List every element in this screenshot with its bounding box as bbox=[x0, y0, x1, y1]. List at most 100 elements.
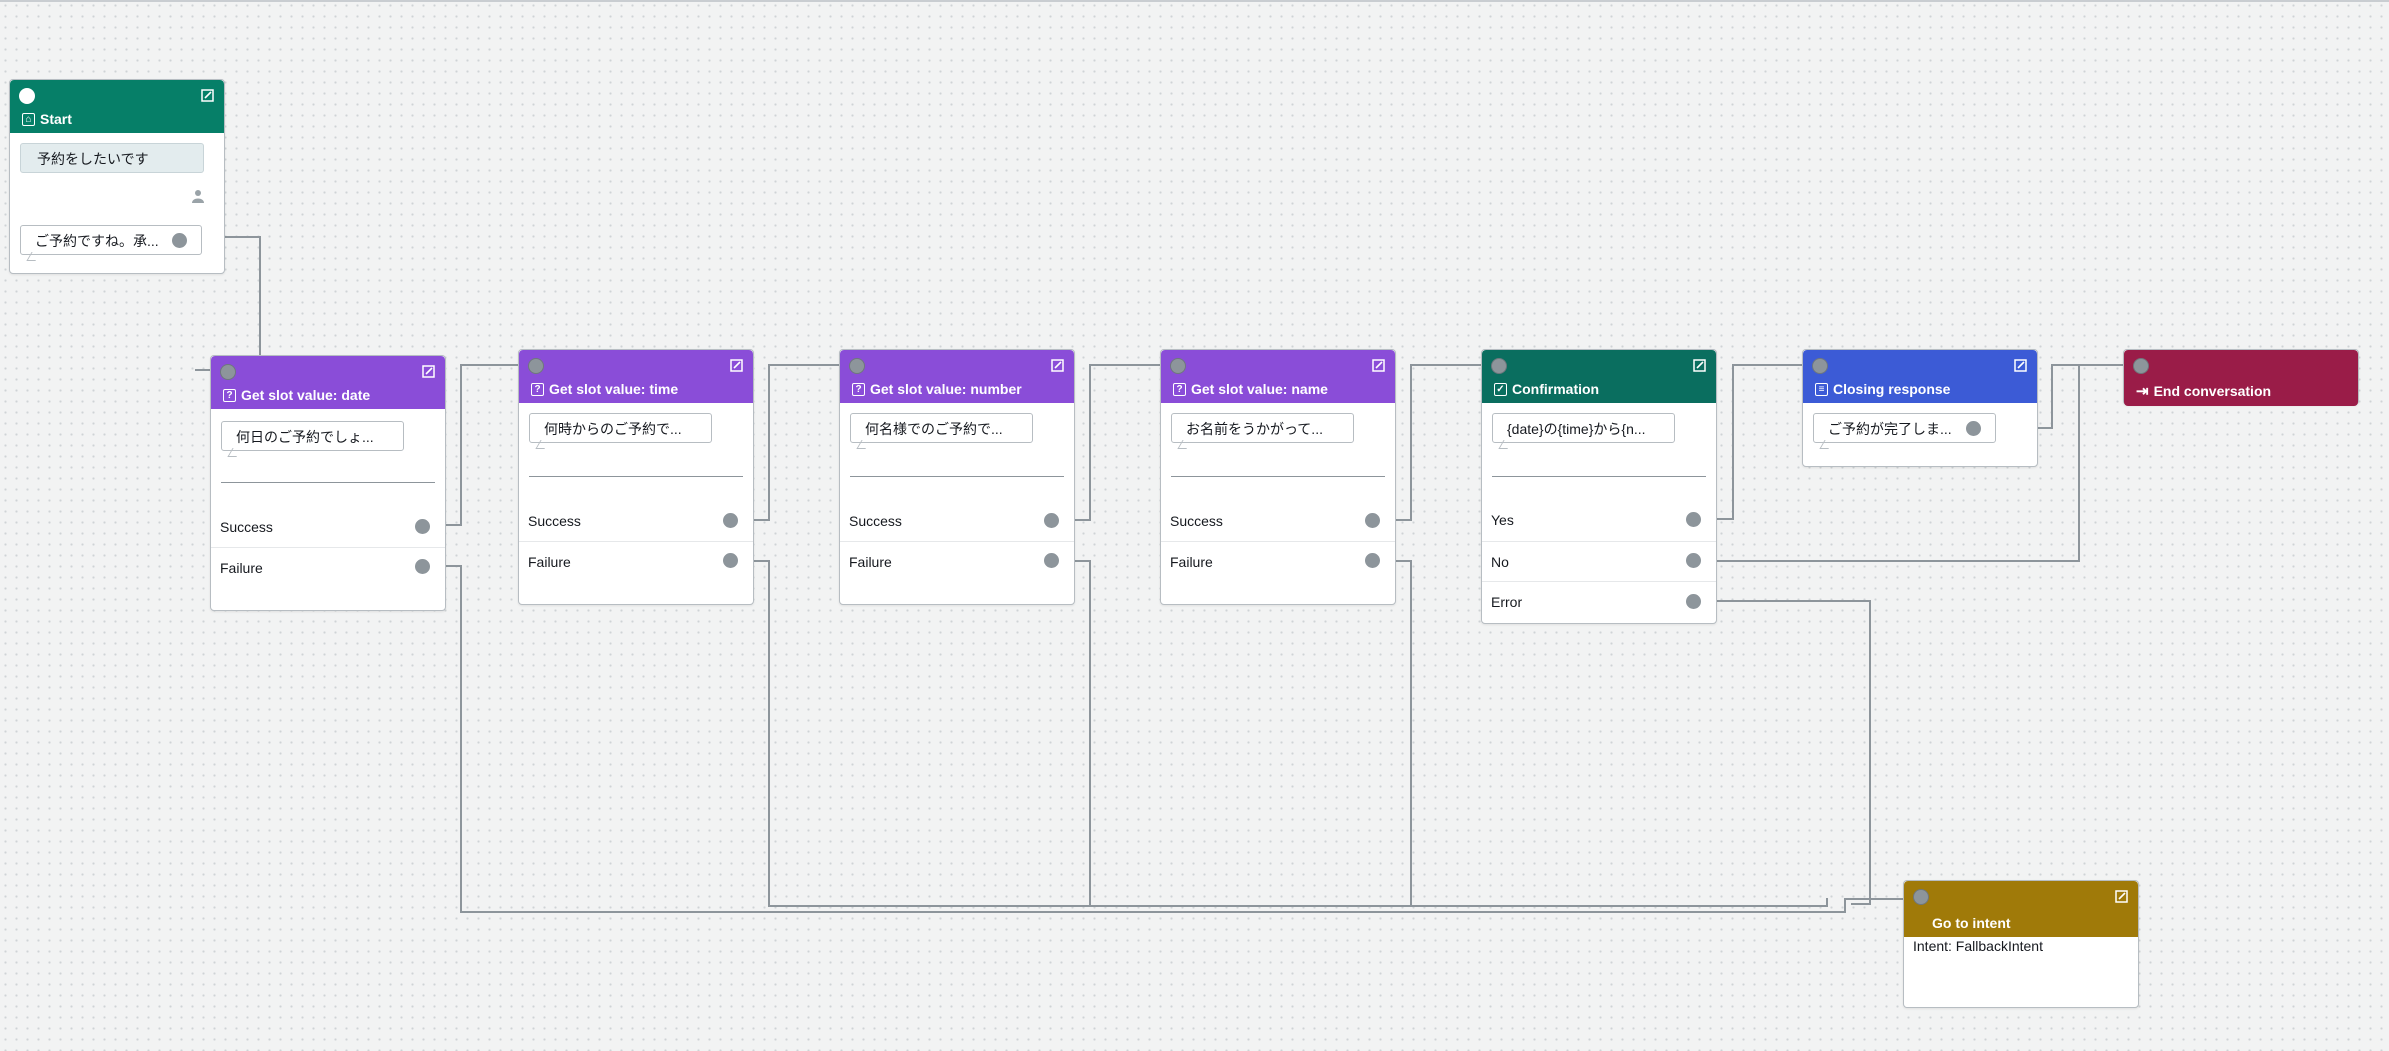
branch-label: Failure bbox=[220, 560, 263, 576]
end-input-port[interactable] bbox=[2133, 358, 2149, 374]
divider bbox=[1492, 476, 1706, 477]
confirmation-error-port[interactable] bbox=[1686, 594, 1701, 609]
slot-name-input-port[interactable] bbox=[1170, 358, 1186, 374]
edit-icon[interactable] bbox=[422, 365, 435, 378]
node-goto-title: Go to intent bbox=[1932, 915, 2011, 931]
node-go-to-intent[interactable]: Go to intent Intent: FallbackIntent bbox=[1903, 880, 2139, 1008]
confirmation-prompt[interactable]: {date}の{time}から{n... bbox=[1492, 413, 1675, 443]
branch-label: Success bbox=[528, 513, 581, 529]
node-slot-time[interactable]: ? Get slot value: time 何時からのご予約で... Succ… bbox=[518, 349, 754, 605]
node-slot-name[interactable]: ? Get slot value: name お名前をうかがって... Succ… bbox=[1160, 349, 1396, 605]
slot-date-prompt[interactable]: 何日のご予約でしょ... bbox=[221, 421, 404, 451]
node-slot-name-header[interactable]: ? Get slot value: name bbox=[1161, 350, 1395, 403]
branch-failure: Failure bbox=[1161, 541, 1395, 581]
slot-number-prompt[interactable]: 何名様でのご予約で... bbox=[850, 413, 1033, 443]
closing-input-port[interactable] bbox=[1812, 358, 1828, 374]
edit-icon[interactable] bbox=[2115, 890, 2128, 903]
node-confirmation[interactable]: ✓ Confirmation {date}の{time}から{n... Yes … bbox=[1481, 349, 1717, 624]
branch-label: Yes bbox=[1491, 512, 1514, 528]
slot-name-success-port[interactable] bbox=[1365, 513, 1380, 528]
edit-icon[interactable] bbox=[1693, 359, 1706, 372]
node-title: ? Get slot value: time bbox=[531, 381, 678, 397]
branch-failure: Failure bbox=[211, 547, 445, 587]
slot-name-failure-port[interactable] bbox=[1365, 553, 1380, 568]
start-output-port[interactable] bbox=[172, 233, 187, 248]
canvas-top-border bbox=[0, 0, 2389, 2]
node-slot-date[interactable]: ? Get slot value: date 何日のご予約でしょ... Succ… bbox=[210, 355, 446, 611]
node-slot-number-header[interactable]: ? Get slot value: number bbox=[840, 350, 1074, 403]
slot-date-failure-port[interactable] bbox=[415, 559, 430, 574]
slot-date-success-port[interactable] bbox=[415, 519, 430, 534]
node-title: ? Get slot value: number bbox=[852, 381, 1022, 397]
node-slot-name-title: Get slot value: name bbox=[1191, 381, 1328, 397]
branch-no: No bbox=[1482, 541, 1716, 581]
confirmation-no-port[interactable] bbox=[1686, 553, 1701, 568]
start-icon: ⌂ bbox=[22, 112, 35, 126]
closing-output-port[interactable] bbox=[1966, 421, 1981, 436]
divider bbox=[1171, 476, 1385, 477]
question-icon: ? bbox=[223, 388, 236, 402]
node-goto-header[interactable]: Go to intent bbox=[1904, 881, 2138, 937]
start-circle-icon bbox=[19, 88, 35, 104]
branch-label: Success bbox=[849, 513, 902, 529]
node-title: ? Get slot value: date bbox=[223, 387, 370, 403]
branch-label: Failure bbox=[528, 554, 571, 570]
edit-icon[interactable] bbox=[730, 359, 743, 372]
message-icon: ≡ bbox=[1815, 382, 1828, 396]
slot-date-input-port[interactable] bbox=[220, 364, 236, 380]
node-slot-time-header[interactable]: ? Get slot value: time bbox=[519, 350, 753, 403]
node-slot-number[interactable]: ? Get slot value: number 何名様でのご予約で... Su… bbox=[839, 349, 1075, 605]
slot-time-success-port[interactable] bbox=[723, 513, 738, 528]
confirmation-yes-port[interactable] bbox=[1686, 512, 1701, 527]
node-confirmation-title: Confirmation bbox=[1512, 381, 1600, 397]
node-slot-time-title: Get slot value: time bbox=[549, 381, 679, 397]
branch-label: Failure bbox=[1170, 554, 1213, 570]
goto-intent-name: Intent: FallbackIntent bbox=[1913, 938, 2043, 954]
branch-label: Failure bbox=[849, 554, 892, 570]
branch-label: Success bbox=[1170, 513, 1223, 529]
node-end-header[interactable]: ⇥ End conversation bbox=[2124, 350, 2358, 406]
node-closing-response[interactable]: ≡ Closing response ご予約が完了しま... bbox=[1802, 349, 2038, 467]
edit-icon[interactable] bbox=[2014, 359, 2027, 372]
branch-success: Success bbox=[840, 501, 1074, 541]
wire-name-failure-to-goto bbox=[1373, 560, 1412, 906]
slot-name-prompt[interactable]: お名前をうかがって... bbox=[1171, 413, 1354, 443]
user-icon bbox=[192, 190, 204, 203]
node-start-title: Start bbox=[40, 111, 72, 127]
node-title: ✓ Confirmation bbox=[1494, 381, 1599, 397]
check-icon: ✓ bbox=[1494, 382, 1507, 396]
divider bbox=[850, 476, 1064, 477]
slot-time-input-port[interactable] bbox=[528, 358, 544, 374]
node-start[interactable]: ⌂ Start 予約をしたいです ご予約ですね。承... bbox=[9, 79, 225, 274]
node-closing-title: Closing response bbox=[1833, 381, 1951, 397]
node-confirmation-header[interactable]: ✓ Confirmation bbox=[1482, 350, 1716, 403]
slot-time-failure-port[interactable] bbox=[723, 553, 738, 568]
node-title: ≡ Closing response bbox=[1815, 381, 1950, 397]
slot-number-failure-port[interactable] bbox=[1044, 553, 1059, 568]
branch-failure: Failure bbox=[519, 541, 753, 581]
divider bbox=[529, 476, 743, 477]
wire-confirmation-error-to-goto bbox=[1694, 600, 1871, 905]
slot-time-prompt[interactable]: 何時からのご予約で... bbox=[529, 413, 712, 443]
edit-icon[interactable] bbox=[1051, 359, 1064, 372]
edit-icon[interactable] bbox=[201, 89, 214, 102]
node-slot-date-header[interactable]: ? Get slot value: date bbox=[211, 356, 445, 409]
node-start-header[interactable]: ⌂ Start bbox=[10, 80, 224, 133]
divider bbox=[221, 482, 435, 483]
node-closing-header[interactable]: ≡ Closing response bbox=[1803, 350, 2037, 403]
node-end-conversation[interactable]: ⇥ End conversation bbox=[2123, 349, 2359, 406]
question-icon: ? bbox=[852, 382, 865, 396]
branch-label: Success bbox=[220, 519, 273, 535]
confirmation-input-port[interactable] bbox=[1491, 358, 1507, 374]
branch-success: Success bbox=[519, 501, 753, 541]
slot-number-success-port[interactable] bbox=[1044, 513, 1059, 528]
node-title: Go to intent bbox=[1932, 915, 2011, 931]
user-utterance[interactable]: 予約をしたいです bbox=[20, 143, 204, 173]
node-title: ⇥ End conversation bbox=[2136, 382, 2271, 400]
goto-input-port[interactable] bbox=[1913, 889, 1929, 905]
slot-number-input-port[interactable] bbox=[849, 358, 865, 374]
branch-success: Success bbox=[211, 507, 445, 547]
branch-yes: Yes bbox=[1482, 500, 1716, 540]
edit-icon[interactable] bbox=[1372, 359, 1385, 372]
question-icon: ? bbox=[1173, 382, 1186, 396]
